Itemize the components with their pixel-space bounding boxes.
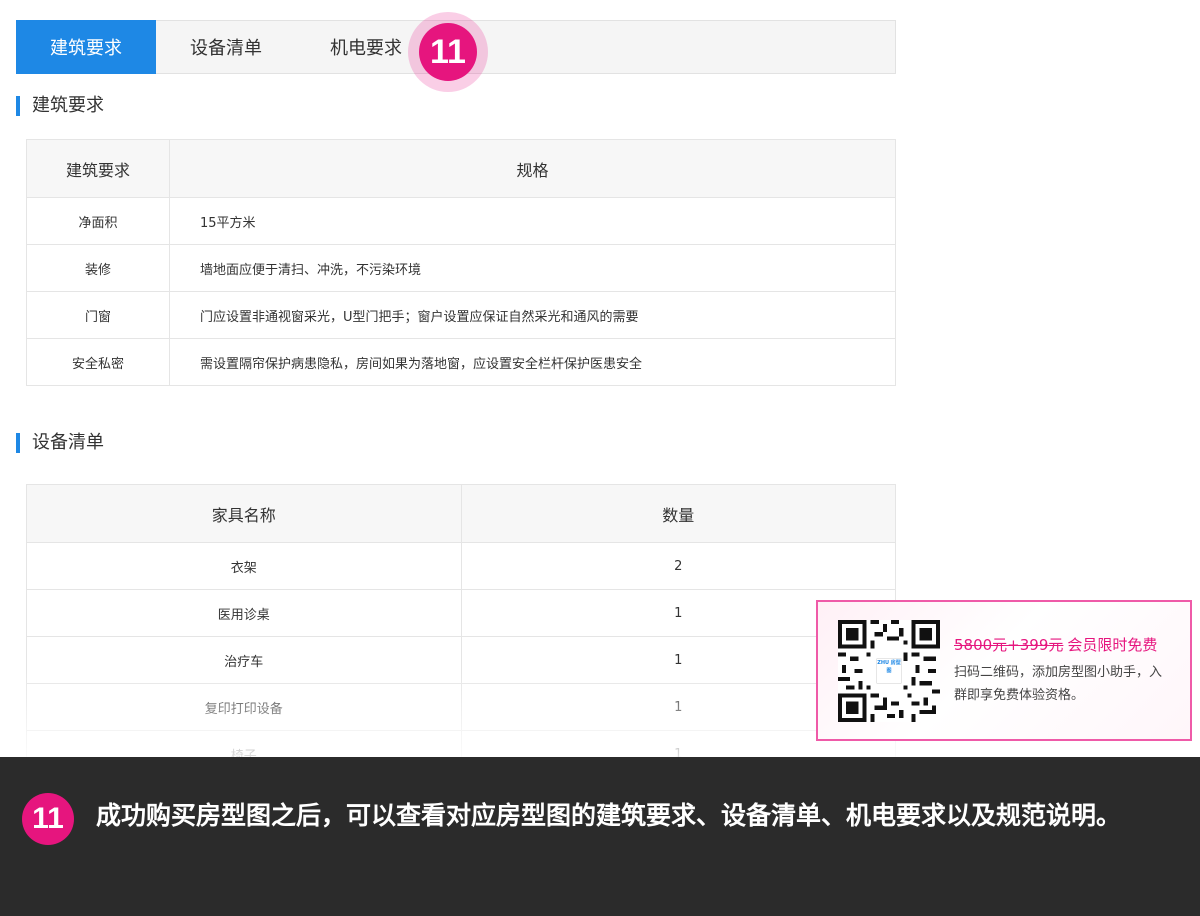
promo-headline: 5800元+399元 会员限时免费 <box>954 634 1166 655</box>
table-header-row: 家具名称 数量 <box>26 484 896 543</box>
table-row: 安全私密 需设置隔帘保护病患隐私，房间如果为落地窗，应设置安全栏杆保护医患安全 <box>26 338 896 386</box>
table-row: 装修 墙地面应便于清扫、冲洗，不污染环境 <box>26 244 896 292</box>
table-cell: 门应设置非通视窗采光，U型门把手；窗户设置应保证自然采光和通风的需要 <box>169 291 896 339</box>
promo-description: 扫码二维码，添加房型图小助手，入群即享免费体验资格。 <box>954 665 1163 703</box>
table-cell: 复印打印设备 <box>26 683 462 731</box>
table-row: 医用诊桌 1 <box>26 589 896 637</box>
caption-bar: 11 成功购买房型图之后，可以查看对应房型图的建筑要求、设备清单、机电要求以及规… <box>0 757 1200 916</box>
promo-popup[interactable]: ZHU 房型图 5800元+399元 会员限时免费 扫码二维码，添加房型图小助手，… <box>816 600 1192 741</box>
table-cell: 装修 <box>26 244 170 292</box>
table-cell: 墙地面应便于清扫、冲洗，不污染环境 <box>169 244 896 292</box>
table-cell: 衣架 <box>26 542 462 590</box>
section-title-equipment: 设备清单 <box>16 433 104 453</box>
building-requirements-table: 建筑要求 规格 净面积 15平方米 装修 墙地面应便于清扫、冲洗，不污染环境 门… <box>26 139 896 386</box>
table-cell: 需设置隔帘保护病患隐私，房间如果为落地窗，应设置安全栏杆保护医患安全 <box>169 338 896 386</box>
table-row: 净面积 15平方米 <box>26 197 896 245</box>
table-cell: 安全私密 <box>26 338 170 386</box>
tab-building-requirements[interactable]: 建筑要求 <box>16 20 156 74</box>
promo-text: 5800元+399元 会员限时免费 扫码二维码，添加房型图小助手，入群即享免费体验… <box>954 634 1166 707</box>
table-row: 治疗车 1 <box>26 636 896 684</box>
section-title-building: 建筑要求 <box>16 96 104 116</box>
table-cell: 医用诊桌 <box>26 589 462 637</box>
promo-old-price: 5800元+399元 <box>954 636 1064 654</box>
table-cell: 15平方米 <box>169 197 896 245</box>
qr-code[interactable]: ZHU 房型图 <box>838 619 940 722</box>
step-badge-highlight: 11 <box>408 12 488 92</box>
table-row: 门窗 门应设置非通视窗采光，U型门把手；窗户设置应保证自然采光和通风的需要 <box>26 291 896 339</box>
column-header: 规格 <box>169 139 896 198</box>
tab-equipment-list[interactable]: 设备清单 <box>156 21 296 73</box>
table-cell: 治疗车 <box>26 636 462 684</box>
table-header-row: 建筑要求 规格 <box>26 139 896 198</box>
qr-logo: ZHU 房型图 <box>877 659 901 674</box>
caption-text: 成功购买房型图之后，可以查看对应房型图的建筑要求、设备清单、机电要求以及规范说明… <box>96 801 1122 830</box>
step-badge: 11 <box>419 23 477 81</box>
column-header: 数量 <box>460 484 896 543</box>
promo-offer: 会员限时免费 <box>1067 636 1158 654</box>
column-header: 家具名称 <box>26 484 462 543</box>
column-header: 建筑要求 <box>26 139 170 198</box>
equipment-list-table: 家具名称 数量 衣架 2 医用诊桌 1 治疗车 1 复印打印设备 1 椅子 1 <box>26 484 896 778</box>
table-cell: 2 <box>460 542 896 590</box>
table-cell: 净面积 <box>26 197 170 245</box>
table-row: 复印打印设备 1 <box>26 683 896 731</box>
caption-step-badge: 11 <box>22 793 74 845</box>
table-cell: 门窗 <box>26 291 170 339</box>
table-row: 衣架 2 <box>26 542 896 590</box>
